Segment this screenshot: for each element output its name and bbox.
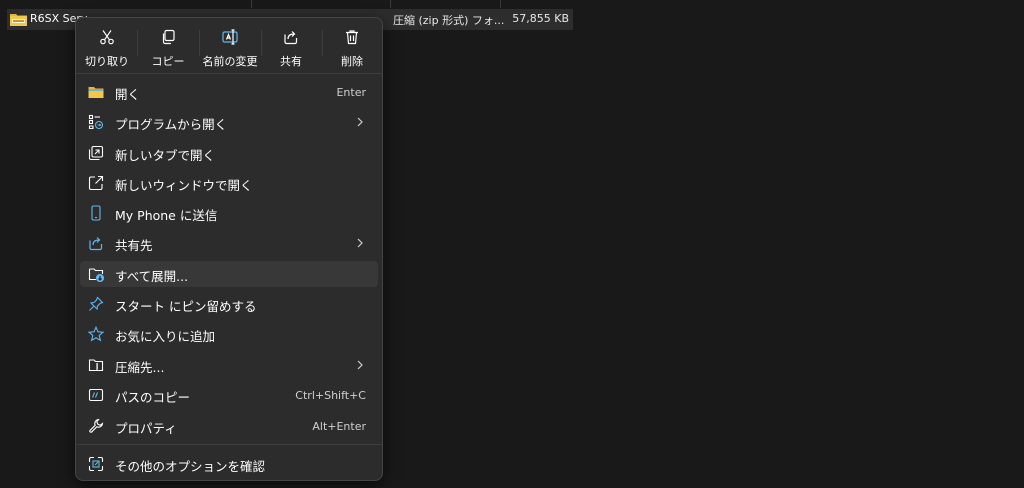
menu-item-open-new-window[interactable]: 新しいウィンドウで開く [80, 170, 378, 196]
copy-button[interactable]: コピー [142, 24, 194, 70]
menu-item-shortcut: Enter [336, 86, 366, 99]
more-options-icon [88, 456, 104, 472]
menu-item-label: プログラムから開く [115, 117, 228, 132]
copy-path-icon [88, 387, 104, 403]
menu-item-add-to-favorites[interactable]: お気に入りに追加 [80, 321, 378, 347]
menu-item-open-new-tab[interactable]: 新しいタブで開く [80, 140, 378, 166]
column-separator [251, 0, 252, 8]
trash-icon [344, 29, 360, 45]
menu-item-show-more-options[interactable]: その他のオプションを確認 [80, 451, 378, 477]
new-tab-icon [88, 145, 104, 161]
menu-item-properties[interactable]: プロパティ Alt+Enter [80, 413, 378, 439]
menu-item-label: すべて展開... [115, 269, 189, 284]
quick-divider [322, 30, 323, 56]
menu-item-label: お気に入りに追加 [115, 329, 216, 344]
menu-item-open-with[interactable]: プログラムから開く [80, 109, 378, 135]
file-size: 57,855 KB [512, 12, 569, 25]
menu-item-open[interactable]: 開く Enter [80, 79, 378, 105]
menu-item-label: My Phone に送信 [115, 208, 218, 223]
delete-label: 削除 [341, 55, 363, 68]
menu-item-label: その他のオプションを確認 [115, 459, 266, 474]
cut-label: 切り取り [85, 55, 129, 68]
phone-icon [88, 205, 104, 221]
share-label: 共有 [280, 55, 302, 68]
quick-action-bar: 切り取り コピー 名前の変更 共有 削除 [76, 18, 382, 74]
menu-item-label: 開く [115, 87, 141, 102]
zip-folder-icon [10, 12, 27, 26]
menu-item-label: 新しいウィンドウで開く [115, 178, 253, 193]
copy-label: コピー [151, 55, 185, 68]
chevron-right-icon [355, 359, 365, 371]
share-icon [283, 29, 299, 45]
rename-icon [222, 29, 238, 45]
menu-item-label: プロパティ [115, 421, 177, 436]
column-separator [500, 0, 501, 8]
menu-item-compress-to[interactable]: 圧縮先... [80, 352, 378, 378]
scissors-icon [99, 29, 115, 45]
menu-item-send-to-phone[interactable]: My Phone に送信 [80, 200, 378, 226]
extract-all-icon [88, 266, 104, 282]
menu-item-extract-all[interactable]: すべて展開... [80, 261, 378, 287]
new-window-icon [88, 175, 104, 191]
menu-item-copy-path[interactable]: パスのコピー Ctrl+Shift+C [80, 382, 378, 408]
wrench-icon [88, 418, 104, 434]
share-button[interactable]: 共有 [266, 24, 316, 70]
rename-label: 名前の変更 [202, 55, 258, 68]
star-icon [88, 326, 104, 342]
context-menu: 切り取り コピー 名前の変更 共有 削除 開く Enter プログラムから開く … [75, 17, 383, 481]
menu-item-shortcut: Alt+Enter [312, 420, 366, 433]
cut-button[interactable]: 切り取り [82, 24, 132, 70]
menu-separator [76, 444, 382, 445]
file-type: 圧縮 (zip 形式) フォ... [393, 14, 505, 27]
quick-divider [261, 30, 262, 56]
share-icon [88, 235, 104, 251]
menu-item-label: スタート にピン留めする [115, 299, 257, 314]
menu-item-pin-to-start[interactable]: スタート にピン留めする [80, 291, 378, 317]
compress-icon [88, 357, 104, 373]
quick-divider [137, 30, 138, 56]
delete-button[interactable]: 削除 [327, 24, 377, 70]
menu-item-label: 共有先 [115, 238, 153, 253]
column-separator [390, 0, 391, 8]
menu-item-label: パスのコピー [115, 390, 191, 405]
chevron-right-icon [355, 237, 365, 249]
menu-item-shortcut: Ctrl+Shift+C [295, 389, 366, 402]
copy-icon [160, 29, 176, 45]
menu-separator [76, 73, 382, 74]
rename-button[interactable]: 名前の変更 [200, 24, 260, 70]
folder-icon [88, 84, 104, 100]
pin-icon [88, 296, 104, 312]
chevron-right-icon [355, 116, 365, 128]
open-with-icon [88, 114, 104, 130]
menu-item-share-to[interactable]: 共有先 [80, 230, 378, 256]
menu-item-label: 圧縮先... [115, 360, 165, 375]
menu-item-label: 新しいタブで開く [115, 148, 216, 163]
